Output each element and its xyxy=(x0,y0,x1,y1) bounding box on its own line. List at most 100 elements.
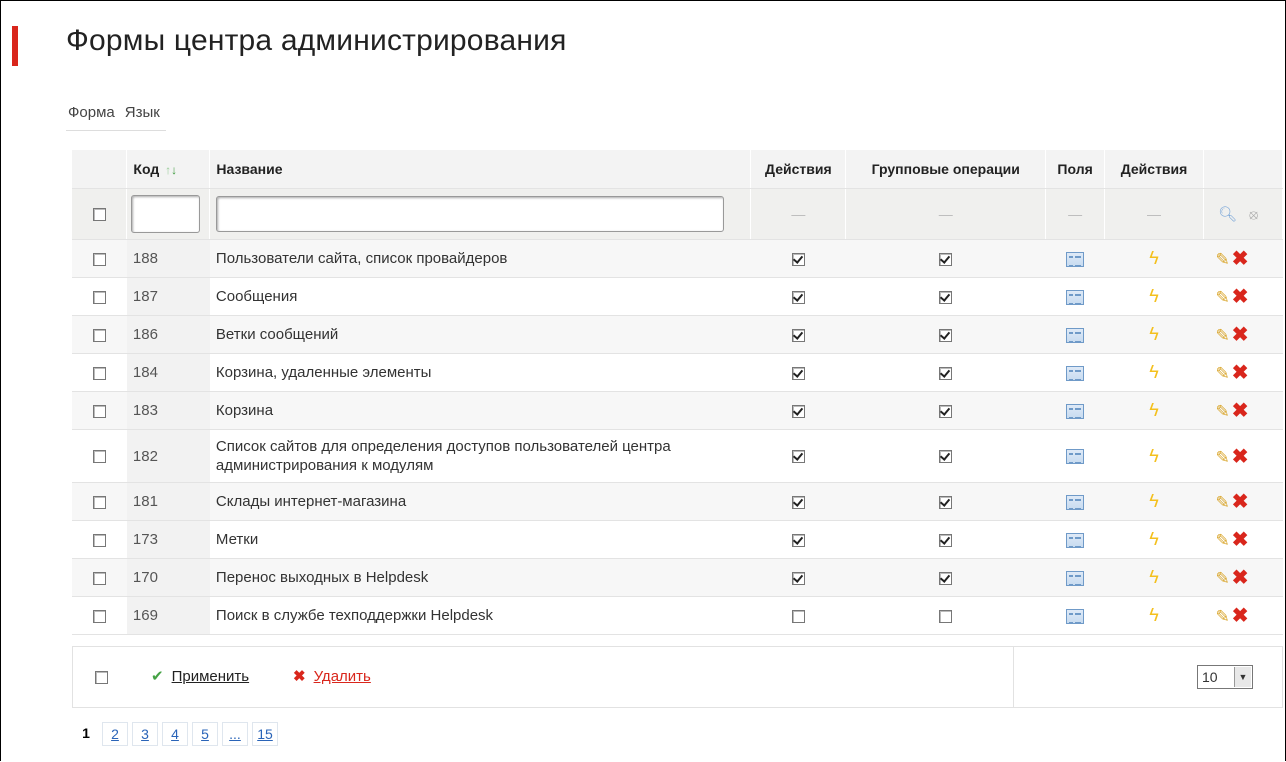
actions-checkbox[interactable] xyxy=(791,404,805,418)
list-form-icon[interactable] xyxy=(1066,494,1085,510)
list-form-icon[interactable] xyxy=(1066,289,1085,305)
pencil-icon[interactable]: ✎ xyxy=(1216,493,1230,512)
menu-item-language[interactable]: Язык xyxy=(125,104,160,130)
row-code: 188 xyxy=(126,239,210,278)
pencil-icon[interactable]: ✎ xyxy=(1216,569,1230,588)
red-x-icon[interactable]: ✖ xyxy=(1232,362,1249,384)
header-code[interactable]: Код ↑↓ xyxy=(126,150,211,189)
pager-link[interactable]: 4 xyxy=(162,722,188,746)
lightning-icon[interactable]: ϟ xyxy=(1149,529,1159,549)
pencil-icon[interactable]: ✎ xyxy=(1216,250,1230,269)
actions-checkbox[interactable] xyxy=(791,450,805,464)
clear-icon[interactable]: ⦻ xyxy=(1249,206,1258,222)
filter-name-input[interactable] xyxy=(216,196,725,232)
filter-code-input[interactable] xyxy=(131,195,201,233)
list-form-icon[interactable] xyxy=(1066,449,1085,465)
row-checkbox[interactable] xyxy=(92,571,106,585)
actions-checkbox[interactable] xyxy=(791,609,805,623)
pager-link[interactable]: 15 xyxy=(252,722,278,746)
per-page-value: 10 xyxy=(1202,669,1218,685)
row-checkbox[interactable] xyxy=(92,366,106,380)
group-operations-checkbox[interactable] xyxy=(939,366,953,380)
group-operations-checkbox[interactable] xyxy=(939,609,953,623)
pager-link[interactable]: 3 xyxy=(132,722,158,746)
pencil-icon[interactable]: ✎ xyxy=(1216,448,1230,467)
pencil-icon[interactable]: ✎ xyxy=(1216,364,1230,383)
row-code: 181 xyxy=(126,482,210,521)
red-x-icon[interactable]: ✖ xyxy=(1232,400,1249,422)
row-checkbox[interactable] xyxy=(92,328,106,342)
group-operations-checkbox[interactable] xyxy=(939,495,953,509)
red-x-icon[interactable]: ✖ xyxy=(1232,324,1249,346)
header-name[interactable]: Название xyxy=(209,150,752,189)
pencil-icon[interactable]: ✎ xyxy=(1216,402,1230,421)
list-form-icon[interactable] xyxy=(1066,570,1085,586)
row-checkbox[interactable] xyxy=(92,450,106,464)
pager-link[interactable]: 2 xyxy=(102,722,128,746)
red-x-icon[interactable]: ✖ xyxy=(1232,491,1249,513)
group-operations-checkbox[interactable] xyxy=(939,252,953,266)
red-x-icon[interactable]: ✖ xyxy=(1232,567,1249,589)
delete-button[interactable]: ✖ Удалить xyxy=(293,667,371,685)
pager-link[interactable]: 5 xyxy=(192,722,218,746)
actions-checkbox[interactable] xyxy=(791,328,805,342)
pencil-icon[interactable]: ✎ xyxy=(1216,288,1230,307)
lightning-icon[interactable]: ϟ xyxy=(1149,248,1159,268)
pager-link[interactable]: ... xyxy=(222,722,248,746)
actions-checkbox[interactable] xyxy=(791,533,805,547)
list-form-icon[interactable] xyxy=(1066,403,1085,419)
row-name: Перенос выходных в Helpdesk xyxy=(209,558,751,597)
red-x-icon[interactable]: ✖ xyxy=(1232,605,1249,627)
group-operations-checkbox[interactable] xyxy=(939,328,953,342)
group-operations-checkbox[interactable] xyxy=(939,571,953,585)
row-checkbox[interactable] xyxy=(92,495,106,509)
row-group-cell xyxy=(845,353,1046,392)
lightning-icon[interactable]: ϟ xyxy=(1149,400,1159,420)
lightning-icon[interactable]: ϟ xyxy=(1149,605,1159,625)
chevron-down-icon[interactable]: ▼ xyxy=(1234,667,1251,687)
row-tools-cell: ✎ ✖ xyxy=(1203,429,1283,483)
per-page-select[interactable]: 10 ▼ xyxy=(1197,665,1253,689)
menu-item-form[interactable]: Форма xyxy=(68,104,115,130)
select-all-checkbox[interactable] xyxy=(92,208,106,222)
search-icon[interactable]: 🔍︎ xyxy=(1218,206,1237,223)
list-form-icon[interactable] xyxy=(1066,608,1085,624)
group-operations-checkbox[interactable] xyxy=(939,533,953,547)
list-form-icon[interactable] xyxy=(1066,365,1085,381)
list-form-icon[interactable] xyxy=(1066,532,1085,548)
sort-arrows-icon[interactable]: ↑↓ xyxy=(165,163,177,177)
lightning-icon[interactable]: ϟ xyxy=(1149,362,1159,382)
red-x-icon[interactable]: ✖ xyxy=(1232,286,1249,308)
lightning-icon[interactable]: ϟ xyxy=(1149,491,1159,511)
bulk-select-checkbox[interactable] xyxy=(95,671,108,684)
actions-checkbox[interactable] xyxy=(791,571,805,585)
red-x-icon[interactable]: ✖ xyxy=(1232,248,1249,270)
pencil-icon[interactable]: ✎ xyxy=(1216,326,1230,345)
pencil-icon[interactable]: ✎ xyxy=(1216,607,1230,626)
lightning-icon[interactable]: ϟ xyxy=(1149,446,1159,466)
group-operations-checkbox[interactable] xyxy=(939,450,953,464)
lightning-icon[interactable]: ϟ xyxy=(1149,286,1159,306)
actions-checkbox[interactable] xyxy=(791,290,805,304)
pencil-icon[interactable]: ✎ xyxy=(1216,531,1230,550)
group-operations-checkbox[interactable] xyxy=(939,404,953,418)
row-checkbox[interactable] xyxy=(92,533,106,547)
table-row: 186 Ветки сообщений ϟ ✎ ✖ xyxy=(72,315,1283,354)
red-x-icon[interactable]: ✖ xyxy=(1232,529,1249,551)
row-checkbox[interactable] xyxy=(92,290,106,304)
apply-button[interactable]: ✔ Применить xyxy=(151,667,249,685)
row-checkbox[interactable] xyxy=(92,404,106,418)
actions-checkbox[interactable] xyxy=(791,495,805,509)
row-checkbox[interactable] xyxy=(92,609,106,623)
group-operations-checkbox[interactable] xyxy=(939,290,953,304)
lightning-icon[interactable]: ϟ xyxy=(1149,324,1159,344)
row-checkbox[interactable] xyxy=(92,252,106,266)
list-form-icon[interactable] xyxy=(1066,251,1085,267)
lightning-icon[interactable]: ϟ xyxy=(1149,567,1159,587)
actions-checkbox[interactable] xyxy=(791,252,805,266)
row-fields-cell xyxy=(1045,391,1105,430)
list-form-icon[interactable] xyxy=(1066,327,1085,343)
bulk-actions-bar: ✔ Применить ✖ Удалить 10 ▼ xyxy=(72,646,1283,708)
red-x-icon[interactable]: ✖ xyxy=(1232,446,1249,468)
actions-checkbox[interactable] xyxy=(791,366,805,380)
